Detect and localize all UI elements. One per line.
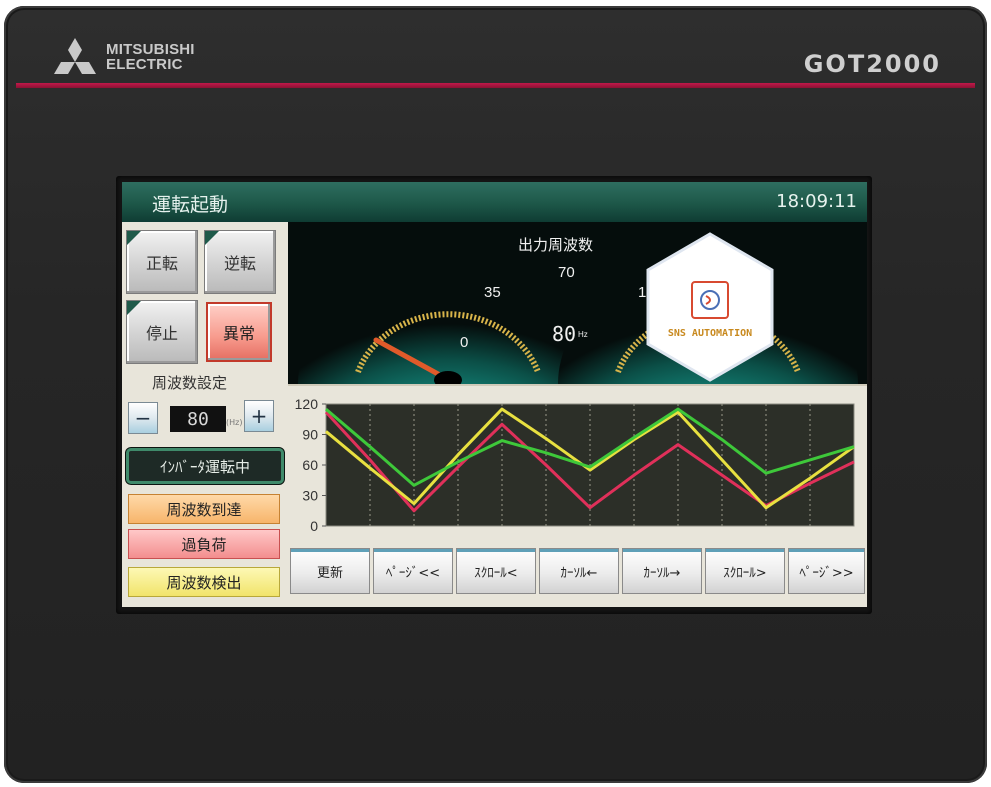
mitsubishi-logo-icon (52, 36, 98, 78)
freq-detect-lamp: 周波数検出 (128, 567, 280, 597)
cursor-right-button[interactable]: ｶｰｿﾙ→ (622, 548, 702, 594)
update-button[interactable]: 更新 (290, 548, 370, 594)
alarm-label: 異常 (222, 324, 255, 343)
y-tick-label: 60 (302, 457, 318, 473)
left-gauge-value: 80 (552, 322, 577, 346)
y-tick-label: 120 (295, 396, 319, 412)
left-gauge-tick: 0 (460, 334, 469, 351)
watermark: SNS AUTOMATION (644, 232, 776, 382)
y-tick-label: 0 (310, 518, 318, 534)
page-title: 運転起動 (152, 194, 229, 216)
forward-button[interactable]: 正転 (126, 230, 198, 294)
inverter-running-status: ｲﾝﾊﾞｰﾀ運転中 (126, 448, 284, 484)
freq-decrease-button[interactable]: − (128, 402, 158, 434)
scroll-left-button[interactable]: ｽｸﾛｰﾙ< (456, 548, 536, 594)
brand-line2: ELECTRIC (106, 56, 183, 73)
clock: 18:09:11 (776, 191, 857, 212)
trend-graph: 0 30 60 90 120 (288, 384, 867, 544)
corner-marker (127, 301, 141, 315)
freq-increase-button[interactable]: + (244, 400, 274, 432)
trend-chart: 0 30 60 90 120 (295, 396, 855, 534)
model-name: GOT2000 (803, 50, 941, 78)
cursor-left-button[interactable]: ｶｰｿﾙ← (539, 548, 619, 594)
brand-line1: MITSUBISHI (106, 41, 195, 58)
y-tick-label: 30 (302, 488, 318, 504)
freq-unit: (Hz) (226, 418, 243, 427)
title-bar: 運転起動 18:09:11 (122, 182, 867, 222)
forward-label: 正転 (145, 254, 178, 273)
selected-corner-marker (127, 231, 141, 245)
freq-setting-label: 周波数設定 (152, 374, 228, 392)
gauge-panel: 出力周波数 0 35 70 105 140 80 Hz 0 1 3 4 (288, 222, 867, 384)
corner-marker (205, 231, 219, 245)
reverse-label: 逆転 (223, 254, 256, 273)
watermark-text: SNS AUTOMATION (667, 328, 753, 339)
scroll-right-button[interactable]: ｽｸﾛｰﾙ> (705, 548, 785, 594)
accent-line (16, 83, 975, 88)
alarm-button[interactable]: 異常 (206, 302, 272, 362)
page-back-button[interactable]: ﾍﾟｰｼﾞ<< (373, 548, 453, 594)
freq-reached-lamp: 周波数到達 (128, 494, 280, 524)
page-forward-button[interactable]: ﾍﾟｰｼﾞ>> (788, 548, 865, 594)
trend-nav-bar: 更新 ﾍﾟｰｼﾞ<< ｽｸﾛｰﾙ< ｶｰｿﾙ← ｶｰｿﾙ→ ｽｸﾛｰﾙ> ﾍﾟｰ… (288, 544, 867, 607)
left-gauge-title: 出力周波数 (518, 236, 594, 254)
overload-lamp: 過負荷 (128, 529, 280, 559)
reverse-button[interactable]: 逆転 (204, 230, 276, 294)
y-tick-label: 90 (302, 427, 318, 443)
left-gauge-tick: 35 (484, 284, 501, 301)
left-gauge-tick: 70 (558, 264, 575, 281)
stop-label: 停止 (145, 324, 178, 343)
freq-setting-value[interactable]: 80 (170, 406, 226, 432)
stop-button[interactable]: 停止 (126, 300, 198, 364)
watermark-hexagon-icon (646, 232, 774, 382)
control-panel: 正転 逆転 停止 異常 周波数設定 − 80 (Hz) + ｲﾝﾊﾞｰﾀ運転中 … (122, 222, 288, 607)
left-gauge-unit: Hz (578, 330, 588, 339)
brand: MITSUBISHI ELECTRIC (52, 32, 195, 82)
